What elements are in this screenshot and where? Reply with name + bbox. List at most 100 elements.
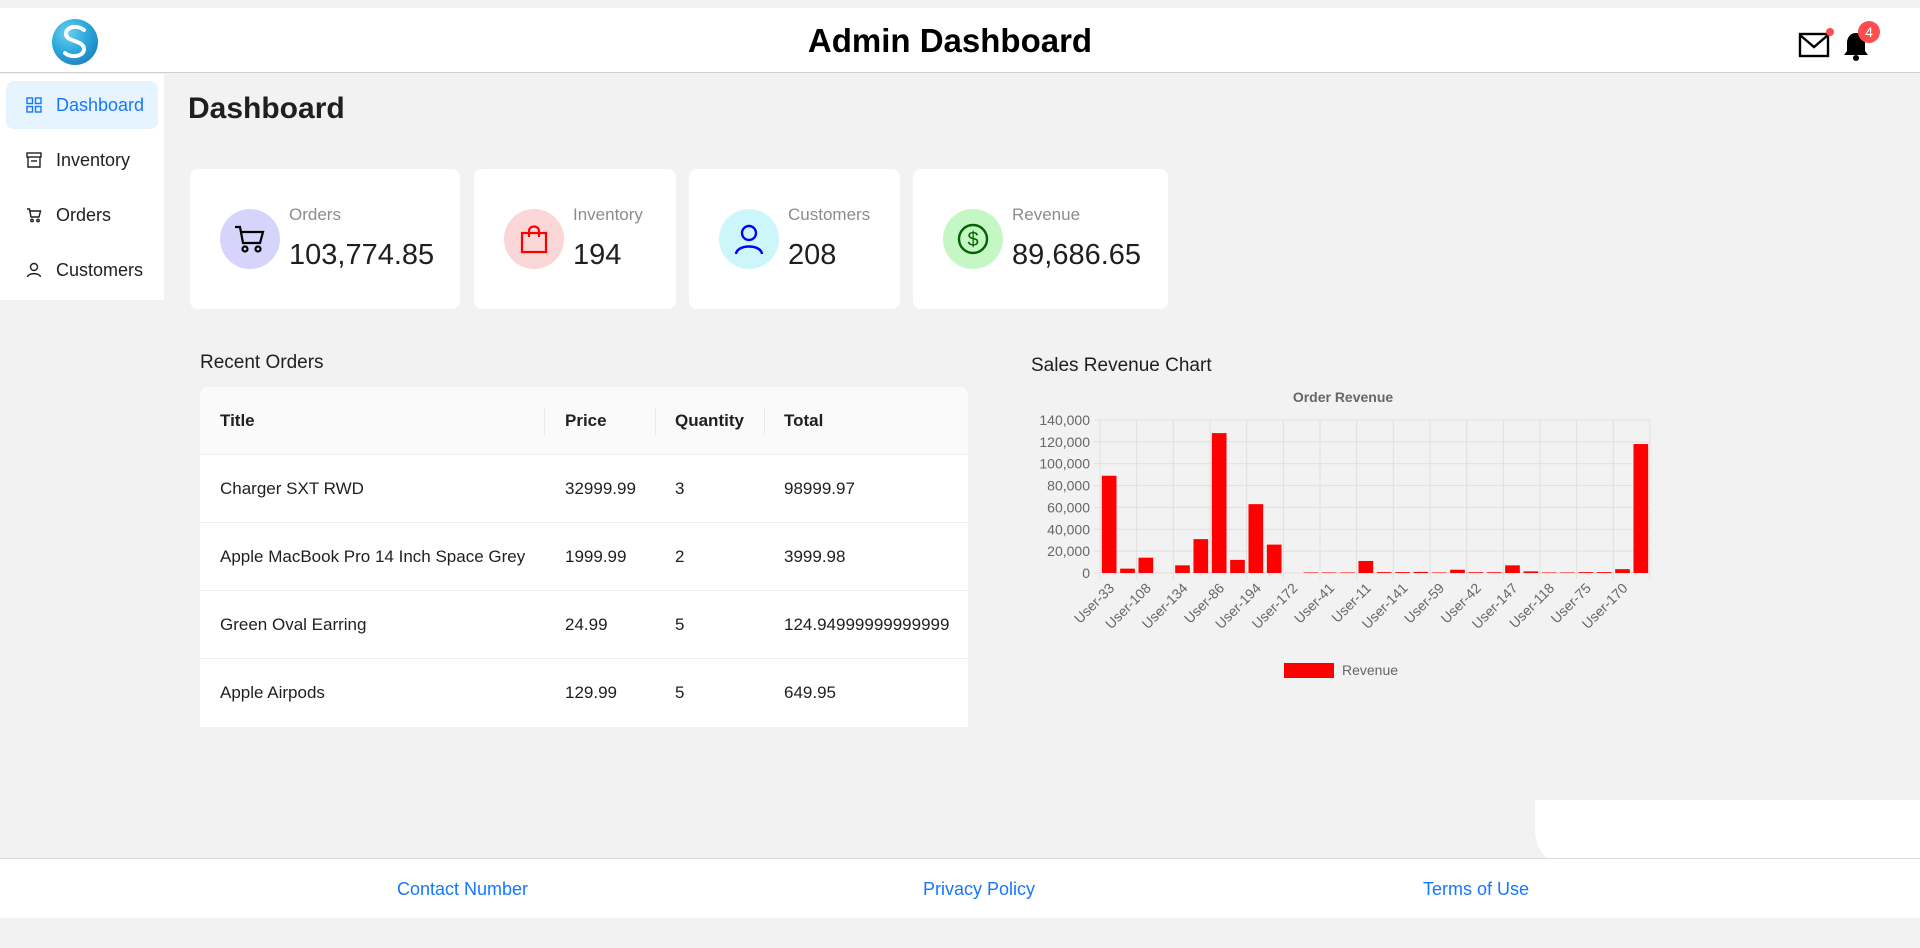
stat-label: Orders: [289, 205, 341, 224]
sidebar-item-customers[interactable]: Customers: [6, 246, 158, 294]
bar: [1211, 433, 1227, 573]
table-header: Title Price Quantity Total: [200, 387, 968, 455]
sidebar-item-label: Customers: [56, 259, 144, 280]
bar: [1633, 444, 1649, 573]
cell-total: 3999.98: [784, 547, 846, 566]
cell-total: 649.95: [784, 683, 836, 702]
bar: [1321, 572, 1337, 573]
sidebar-item-label: Dashboard: [56, 94, 145, 115]
top-bar: Admin Dashboard 4: [0, 0, 1920, 73]
bar: [1303, 572, 1319, 573]
bar: [1175, 565, 1190, 573]
cell-price: 24.99: [565, 615, 608, 634]
bar: [1138, 557, 1154, 573]
bar: [1596, 572, 1612, 573]
chart-title: Order Revenue: [1293, 389, 1394, 405]
stat-label: Customers: [788, 205, 871, 224]
notification-badge: 4: [1858, 21, 1880, 43]
column-separator: [544, 407, 545, 435]
cell-total: 98999.97: [784, 479, 855, 498]
cell-title: Apple Airpods: [220, 683, 325, 702]
footer-link-privacy[interactable]: Privacy Policy: [923, 879, 1035, 900]
table-row[interactable]: Charger SXT RWD 32999.99 3 98999.97: [200, 455, 968, 523]
column-header-quantity[interactable]: Quantity: [675, 387, 744, 455]
page-title: Dashboard: [188, 92, 345, 125]
y-tick-label: 100,000: [1039, 456, 1090, 472]
stat-value: 103,774.85: [289, 239, 435, 271]
bar: [1468, 572, 1484, 573]
stat-value: 208: [788, 239, 837, 271]
shopping-bag-icon: [504, 209, 564, 269]
cell-price: 1999.99: [565, 547, 627, 566]
table-row[interactable]: Apple MacBook Pro 14 Inch Space Grey 199…: [200, 523, 968, 591]
stat-card-inventory: Inventory 194: [474, 169, 676, 309]
stat-label: Inventory: [573, 205, 643, 224]
sidebar-item-dashboard[interactable]: Dashboard: [6, 81, 158, 129]
column-header-title[interactable]: Title: [220, 387, 255, 455]
stat-card-customers: Customers 208: [689, 169, 900, 309]
table-row[interactable]: Green Oval Earring 24.99 5 124.949999999…: [200, 591, 968, 659]
svg-text:$: $: [967, 229, 978, 251]
bar: [1486, 572, 1502, 573]
y-tick-label: 20,000: [1047, 543, 1090, 559]
column-header-price[interactable]: Price: [565, 387, 607, 455]
column-separator: [655, 407, 656, 435]
bar: [1615, 569, 1630, 573]
cell-title: Charger SXT RWD: [220, 479, 364, 498]
y-tick-label: 140,000: [1039, 412, 1090, 428]
recent-orders-title: Recent Orders: [200, 352, 324, 373]
recent-orders-table: Title Price Quantity Total Charger SXT R…: [200, 387, 968, 727]
bar-chart: Order Revenue 140,000 120,000 100,000 80,000…: [1039, 389, 1651, 678]
bar: [1541, 572, 1557, 573]
cell-total: 124.94999999999999: [784, 615, 950, 634]
cart-icon: [220, 209, 280, 269]
table-row[interactable]: Apple Airpods 129.99 5 649.95: [200, 659, 968, 727]
bar: [1450, 569, 1465, 573]
stat-label: Revenue: [1012, 205, 1081, 224]
legend-label: Revenue: [1342, 662, 1398, 678]
cell-title: Green Oval Earring: [220, 615, 367, 634]
column-header-total[interactable]: Total: [784, 387, 823, 455]
app-title: Admin Dashboard: [807, 22, 1093, 59]
bar: [1266, 544, 1282, 573]
y-tick-label: 80,000: [1047, 478, 1090, 494]
mail-unread-dot: [1826, 28, 1834, 36]
bar: [1395, 572, 1410, 573]
bar: [1230, 559, 1245, 573]
stat-card-orders: Orders 103,774.85: [190, 169, 460, 309]
bar: [1560, 572, 1575, 573]
bar: [1248, 504, 1264, 573]
cell-quantity: 3: [675, 479, 685, 498]
cell-quantity: 5: [675, 615, 685, 634]
sales-revenue-chart: Order Revenue 140,000 120,000 100,000 80,000…: [1030, 385, 1670, 705]
cell-price: 129.99: [565, 683, 617, 702]
x-tick-label: User-41: [1291, 580, 1338, 627]
sidebar-item-label: Inventory: [56, 149, 131, 170]
dollar-circle-icon: $: [943, 209, 1003, 269]
sidebar-item-orders[interactable]: Orders: [6, 191, 158, 239]
footer: Contact Number Privacy Policy Terms of U…: [0, 858, 1920, 918]
sidebar-item-label: Orders: [56, 204, 112, 225]
sidebar-item-inventory[interactable]: Inventory: [6, 136, 158, 184]
bar: [1376, 572, 1392, 573]
bar: [1431, 572, 1447, 573]
y-tick-label: 40,000: [1047, 521, 1090, 537]
cart-icon: [24, 207, 44, 223]
stat-value: 89,686.65: [1012, 239, 1142, 271]
cell-price: 32999.99: [565, 479, 636, 498]
bar: [1340, 572, 1355, 573]
footer-link-contact[interactable]: Contact Number: [397, 879, 528, 900]
cell-quantity: 2: [675, 547, 685, 566]
y-tick-label: 0: [1082, 565, 1090, 581]
cell-title: Apple MacBook Pro 14 Inch Space Grey: [220, 547, 526, 566]
y-tick-label: 60,000: [1047, 499, 1090, 515]
bar: [1413, 571, 1429, 573]
bar: [1578, 572, 1594, 573]
footer-link-terms[interactable]: Terms of Use: [1423, 879, 1529, 900]
mail-icon[interactable]: [1798, 32, 1830, 63]
user-icon: [719, 209, 779, 269]
bar: [1505, 565, 1520, 573]
bar: [1120, 568, 1135, 573]
bar: [1101, 475, 1117, 573]
stat-value: 194: [573, 239, 622, 271]
